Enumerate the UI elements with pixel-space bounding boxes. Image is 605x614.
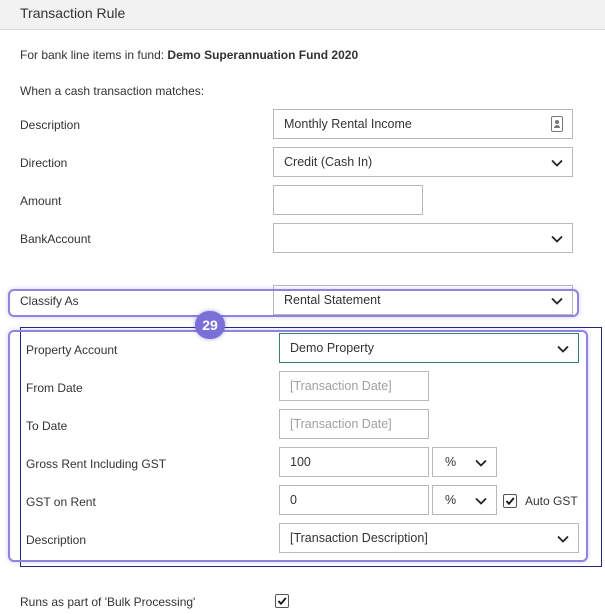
checkmark-icon	[505, 497, 515, 506]
gross-rent-unit-select[interactable]: %	[432, 447, 497, 477]
gross-rent-unit-value: %	[445, 455, 457, 469]
from-date-label: From Date	[26, 381, 83, 395]
from-date-placeholder: [Transaction Date]	[290, 379, 392, 393]
auto-gst-label: Auto GST	[525, 494, 578, 508]
gst-unit-select[interactable]: %	[432, 485, 497, 515]
gross-rent-input[interactable]: 100	[279, 447, 429, 477]
gst-unit-value: %	[445, 493, 457, 507]
chevron-down-icon	[556, 532, 570, 546]
rental-description-label: Description	[26, 533, 87, 547]
bank-account-label: BankAccount	[20, 232, 91, 246]
match-intro: When a cash transaction matches:	[20, 84, 205, 98]
chevron-down-icon	[474, 494, 488, 508]
property-account-label: Property Account	[26, 343, 118, 357]
chevron-down-icon	[550, 156, 564, 170]
checkmark-icon	[277, 597, 287, 606]
property-account-select[interactable]: Demo Property	[279, 333, 579, 363]
to-date-label: To Date	[26, 419, 68, 433]
description-value: Monthly Rental Income	[284, 117, 412, 131]
dialog-header: Transaction Rule	[0, 0, 605, 30]
gross-rent-label: Gross Rent Including GST	[26, 457, 167, 471]
bank-account-select[interactable]	[273, 223, 573, 253]
gst-on-rent-label: GST on Rent	[26, 495, 96, 509]
amount-label: Amount	[20, 194, 62, 208]
description-input[interactable]: Monthly Rental Income	[273, 109, 573, 139]
direction-select[interactable]: Credit (Cash In)	[273, 147, 573, 177]
contact-card-icon[interactable]	[551, 116, 563, 132]
fund-line: For bank line items in fund: Demo Supera…	[20, 48, 358, 62]
gross-rent-value: 100	[290, 455, 311, 469]
bulk-processing-label: Runs as part of 'Bulk Processing'	[20, 595, 196, 609]
classify-highlight	[8, 289, 579, 317]
fund-name: Demo Superannuation Fund 2020	[167, 48, 359, 62]
bulk-processing-checkbox[interactable]	[275, 594, 289, 608]
gst-on-rent-value: 0	[290, 493, 297, 507]
dialog-title: Transaction Rule	[20, 5, 126, 21]
rental-description-select[interactable]: [Transaction Description]	[279, 523, 579, 553]
direction-value: Credit (Cash In)	[284, 155, 373, 169]
rental-description-value: [Transaction Description]	[290, 531, 428, 545]
chevron-down-icon	[550, 232, 564, 246]
description-label: Description	[20, 118, 81, 132]
to-date-input[interactable]: [Transaction Date]	[279, 409, 429, 439]
annotation-badge: 29	[195, 311, 225, 339]
to-date-placeholder: [Transaction Date]	[290, 417, 392, 431]
chevron-down-icon	[556, 342, 570, 356]
gst-on-rent-input[interactable]: 0	[279, 485, 429, 515]
property-account-value: Demo Property	[290, 341, 375, 355]
chevron-down-icon	[474, 456, 488, 470]
direction-label: Direction	[20, 156, 68, 170]
amount-input[interactable]	[273, 185, 423, 215]
fund-prefix: For bank line items in fund:	[20, 48, 165, 62]
from-date-input[interactable]: [Transaction Date]	[279, 371, 429, 401]
auto-gst-checkbox[interactable]	[503, 494, 517, 508]
